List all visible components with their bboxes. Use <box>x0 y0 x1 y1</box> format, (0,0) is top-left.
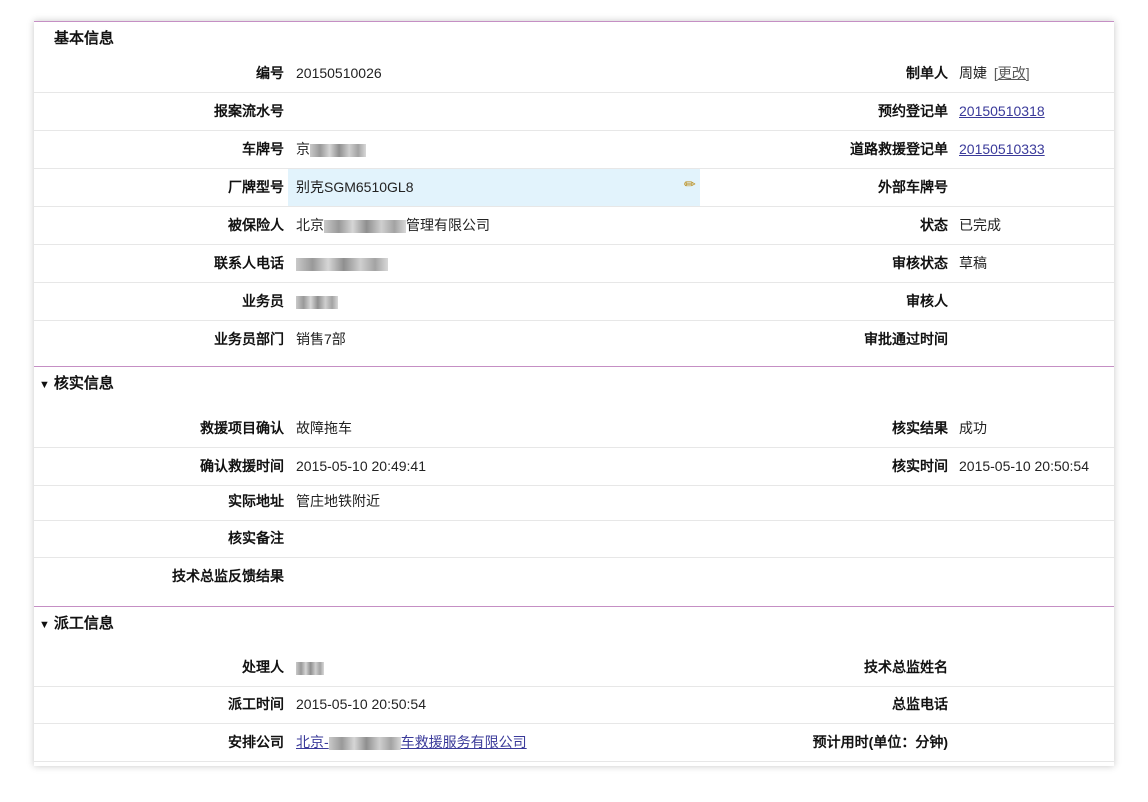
auditor-label: 审核人 <box>906 293 948 309</box>
creator-value-wrap: 周婕 [更改] <box>959 55 1030 92</box>
insured-suffix: 管理有限公司 <box>406 217 490 233</box>
section-basic-header: 基本信息 <box>34 21 1114 56</box>
section-dispatch-header[interactable]: ▼ 派工信息 <box>34 606 1114 641</box>
row-handler: 处理人 技术总监姓名 <box>34 649 1114 687</box>
section-verify-header[interactable]: ▼ 核实信息 <box>34 366 1114 401</box>
audit-status-value: 草稿 <box>959 255 987 271</box>
row-address: 实际地址 管庄地铁附近 <box>34 483 1114 521</box>
row-remark: 核实备注 <box>34 520 1114 558</box>
row-plate: 车牌号 京 道路救援登记单 20150510333 <box>34 131 1114 169</box>
eta-label: 预计用时(单位：分钟) <box>812 734 948 750</box>
no-label: 编号 <box>256 65 284 81</box>
dispatch-time-value: 2015-05-10 20:50:54 <box>296 696 426 712</box>
insured-value-wrap: 北京 管理有限公司 <box>296 207 490 244</box>
row-salesman: 业务员 审核人 <box>34 283 1114 321</box>
result-value: 成功 <box>959 420 987 436</box>
salesman-value-wrap <box>296 283 338 320</box>
creator-label: 制单人 <box>906 65 948 81</box>
row-report: 报案流水号 预约登记单 20150510318 <box>34 93 1114 131</box>
row-feedback: 技术总监反馈结果 <box>34 558 1114 595</box>
director-name-label: 技术总监姓名 <box>864 659 948 675</box>
report-no-label: 报案流水号 <box>214 103 284 119</box>
salesman-redacted <box>296 295 338 309</box>
result-label: 核实结果 <box>892 420 948 436</box>
row-dispatch-time: 派工时间 2015-05-10 20:50:54 总监电话 <box>34 686 1114 724</box>
status-value: 已完成 <box>959 217 1001 233</box>
verify-time-label: 核实时间 <box>892 458 948 474</box>
handler-label: 处理人 <box>242 659 284 675</box>
creator-value: 周婕 <box>959 65 987 81</box>
row-phone: 联系人电话 审核状态 草稿 <box>34 245 1114 283</box>
handler-redacted <box>296 661 324 675</box>
company-link[interactable]: 北京- 车救援服务有限公司 <box>296 724 527 761</box>
section-verify-title: 核实信息 <box>53 375 114 392</box>
section-basic-title: 基本信息 <box>54 30 115 47</box>
pencil-icon[interactable]: ✏ <box>684 166 696 203</box>
row-project: 救援项目确认 故障拖车 核实结果 成功 <box>34 410 1114 448</box>
confirm-time-label: 确认救援时间 <box>200 458 284 474</box>
confirm-time-value: 2015-05-10 20:49:41 <box>296 458 426 474</box>
phone-redacted <box>296 257 388 271</box>
salesman-label: 业务员 <box>242 293 284 309</box>
remark-label: 核实备注 <box>228 530 284 546</box>
dept-label: 业务员部门 <box>214 331 284 347</box>
collapse-triangle-icon[interactable]: ▼ <box>39 619 50 631</box>
plate-value-wrap: 京 <box>296 131 366 168</box>
company-label: 安排公司 <box>228 734 284 750</box>
row-model: 厂牌型号 别克SGM6510GL8 ✏ 外部车牌号 <box>34 169 1114 207</box>
collapse-triangle-icon[interactable]: ▼ <box>39 379 50 391</box>
no-value: 20150510026 <box>296 65 382 81</box>
row-no: 编号 20150510026 制单人 周婕 [更改] <box>34 55 1114 93</box>
road-rescue-label: 道路救援登记单 <box>850 141 948 157</box>
address-value: 管庄地铁附近 <box>296 493 380 509</box>
phone-value-wrap <box>296 245 388 282</box>
insured-prefix: 北京 <box>296 217 324 233</box>
model-value: 别克SGM6510GL8 <box>296 179 414 195</box>
row-insured: 被保险人 北京 管理有限公司 状态 已完成 <box>34 207 1114 245</box>
insured-label: 被保险人 <box>228 217 284 233</box>
dispatch-time-label: 派工时间 <box>228 696 284 712</box>
dept-value: 销售7部 <box>296 331 346 347</box>
company-redacted <box>328 736 401 750</box>
ext-plate-label: 外部车牌号 <box>878 179 948 195</box>
handler-value-wrap <box>296 649 324 686</box>
address-label: 实际地址 <box>228 493 284 509</box>
phone-label: 联系人电话 <box>214 255 284 271</box>
audit-status-label: 审核状态 <box>892 255 948 271</box>
booking-label: 预约登记单 <box>878 103 948 119</box>
row-dept: 业务员部门 销售7部 审批通过时间 <box>34 321 1114 358</box>
row-confirm-time: 确认救援时间 2015-05-10 20:49:41 核实时间 2015-05-… <box>34 448 1114 486</box>
road-rescue-link[interactable]: 20150510333 <box>959 131 1045 168</box>
project-value: 故障拖车 <box>296 420 352 436</box>
model-label: 厂牌型号 <box>228 179 284 195</box>
company-prefix: 北京- <box>296 734 329 750</box>
company-suffix: 车救援服务有限公司 <box>400 734 527 750</box>
creator-change-link[interactable]: [更改] <box>994 65 1030 81</box>
approve-time-label: 审批通过时间 <box>864 331 948 347</box>
section-dispatch-title: 派工信息 <box>53 615 114 632</box>
director-phone-label: 总监电话 <box>892 696 948 712</box>
plate-redacted <box>310 143 366 157</box>
project-label: 救援项目确认 <box>200 420 284 436</box>
feedback-label: 技术总监反馈结果 <box>172 568 284 584</box>
row-company: 安排公司 北京- 车救援服务有限公司 预计用时(单位：分钟) <box>34 724 1114 762</box>
detail-panel: 基本信息 编号 20150510026 制单人 周婕 [更改] 报案流水号 预约… <box>34 21 1114 766</box>
status-label: 状态 <box>920 217 948 233</box>
plate-label: 车牌号 <box>242 141 284 157</box>
booking-link[interactable]: 20150510318 <box>959 93 1045 130</box>
insured-redacted <box>324 219 406 233</box>
verify-time-value: 2015-05-10 20:50:54 <box>959 458 1089 474</box>
plate-prefix: 京 <box>296 141 310 157</box>
